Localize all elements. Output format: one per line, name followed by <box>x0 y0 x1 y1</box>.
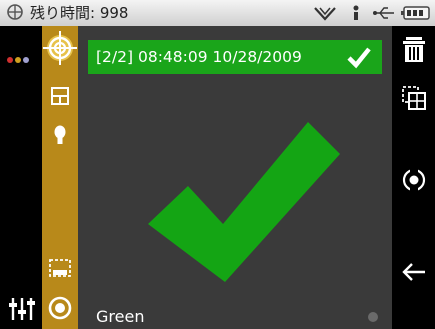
record-icon[interactable] <box>42 288 78 328</box>
color-dots-icon[interactable] <box>7 48 35 63</box>
color-name-label: Green <box>96 307 145 326</box>
usb-icon <box>373 7 394 19</box>
measurement-panel: [2/2] 08:48:09 10/28/2009 Green <box>78 26 392 329</box>
remaining-time-label: 残り時間: 998 <box>30 4 129 22</box>
target-view-icon[interactable] <box>400 166 428 194</box>
grid-icon[interactable] <box>42 76 78 116</box>
status-bar: 残り時間: 998 <box>0 0 435 26</box>
battery-icon <box>401 6 430 20</box>
trash-icon[interactable] <box>400 36 428 64</box>
result-banner[interactable]: [2/2] 08:48:09 10/28/2009 <box>88 40 382 74</box>
globe-icon <box>7 4 23 20</box>
check-icon <box>347 47 371 69</box>
copy-frames-icon[interactable] <box>400 84 428 112</box>
wifi-icon <box>314 7 336 21</box>
left-column <box>0 26 42 329</box>
bluetooth-icon <box>353 5 359 20</box>
device-screen: 残り時間: 998 [2/2] 08:48:09 10/28/2009 Gree… <box>0 0 435 329</box>
dashed-frame-icon[interactable] <box>42 248 78 288</box>
large-check-icon <box>148 122 340 282</box>
tool-bar <box>42 26 78 329</box>
target-icon[interactable] <box>42 28 78 68</box>
back-arrow-icon[interactable] <box>400 258 428 286</box>
settings-sliders-icon[interactable] <box>8 296 36 322</box>
result-timestamp: [2/2] 08:48:09 10/28/2009 <box>96 48 302 66</box>
indicator-dot-icon <box>368 312 378 322</box>
right-column <box>392 26 435 329</box>
lightbulb-icon[interactable] <box>42 116 78 156</box>
